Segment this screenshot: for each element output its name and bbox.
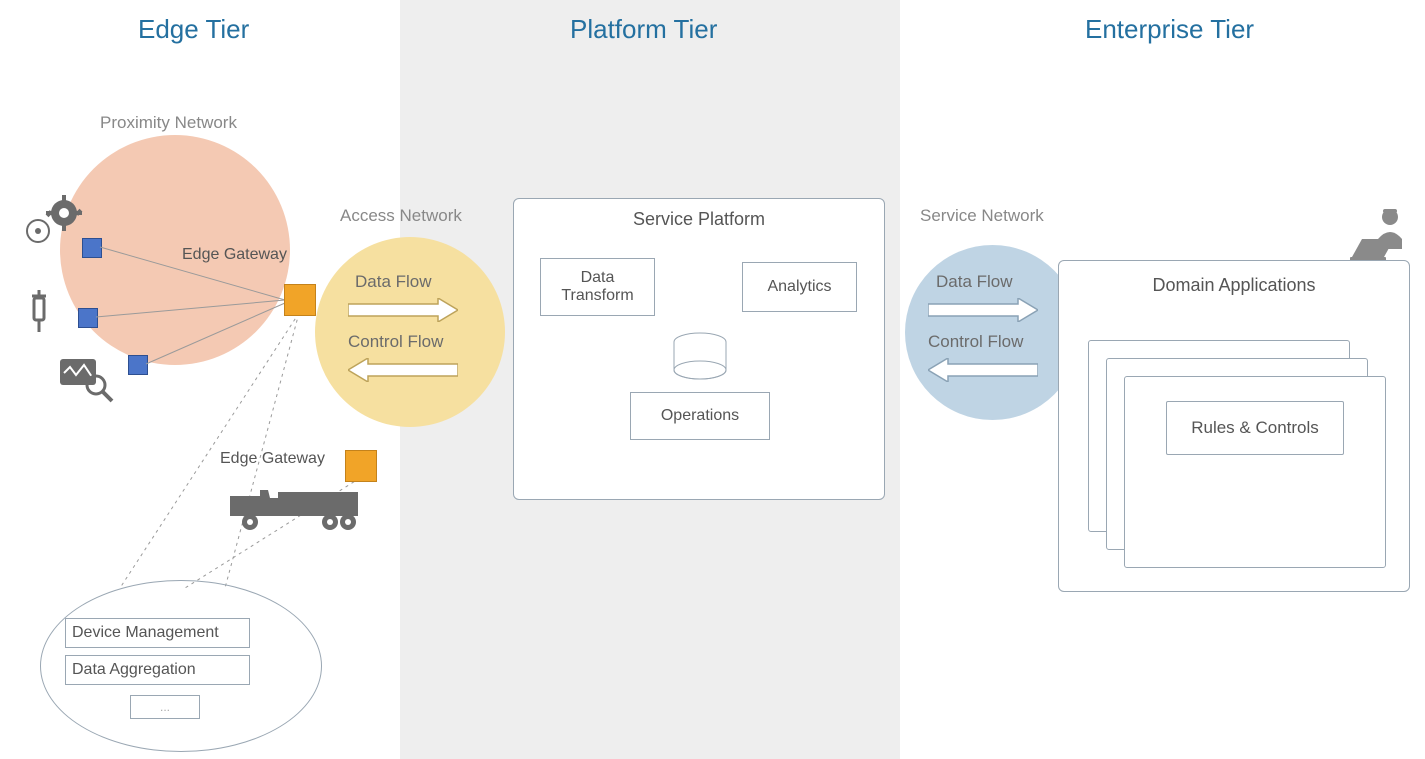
platform-tier-title: Platform Tier bbox=[570, 14, 717, 45]
service-data-flow-label: Data Flow bbox=[936, 272, 1013, 292]
edge-gateway-label-1: Edge Gateway bbox=[182, 246, 287, 264]
database-icon bbox=[670, 332, 730, 387]
rules-controls-card: Rules & Controls bbox=[1124, 376, 1386, 568]
truck-icon bbox=[230, 480, 370, 540]
device-management-box: Device Management bbox=[65, 618, 250, 648]
service-platform-title: Service Platform bbox=[514, 209, 884, 230]
access-control-flow-label: Control Flow bbox=[348, 332, 443, 352]
service-network-label: Service Network bbox=[920, 206, 1044, 226]
syringe-icon bbox=[20, 290, 75, 340]
analytics-box: Analytics bbox=[742, 262, 857, 312]
data-transform-box: Data Transform bbox=[540, 258, 655, 316]
diagram-stage: Edge Tier Platform Tier Enterprise Tier … bbox=[0, 0, 1425, 759]
edge-gateway-label-2: Edge Gateway bbox=[220, 450, 325, 468]
operations-box: Operations bbox=[630, 392, 770, 440]
access-control-flow-arrow bbox=[348, 358, 458, 382]
rules-controls-box: Rules & Controls bbox=[1166, 401, 1344, 455]
domain-applications-title: Domain Applications bbox=[1059, 275, 1409, 296]
edge-gateway-2 bbox=[345, 450, 377, 482]
enterprise-tier-title: Enterprise Tier bbox=[1085, 14, 1254, 45]
access-data-flow-label: Data Flow bbox=[355, 272, 432, 292]
access-network-label: Access Network bbox=[340, 206, 462, 226]
service-data-flow-arrow bbox=[928, 298, 1038, 322]
data-aggregation-box: Data Aggregation bbox=[65, 655, 250, 685]
service-control-flow-arrow bbox=[928, 358, 1038, 382]
gear-icon bbox=[20, 195, 90, 255]
edge-gateway-1 bbox=[284, 284, 316, 316]
access-data-flow-arrow bbox=[348, 298, 458, 322]
edge-ellipsis-box: ... bbox=[130, 695, 200, 719]
device-node-3 bbox=[128, 355, 148, 375]
monitor-icon bbox=[58, 355, 118, 408]
edge-tier-title: Edge Tier bbox=[138, 14, 249, 45]
device-node-2 bbox=[78, 308, 98, 328]
device-node-1 bbox=[82, 238, 102, 258]
service-control-flow-label: Control Flow bbox=[928, 332, 1023, 352]
proximity-network-label: Proximity Network bbox=[100, 113, 237, 133]
